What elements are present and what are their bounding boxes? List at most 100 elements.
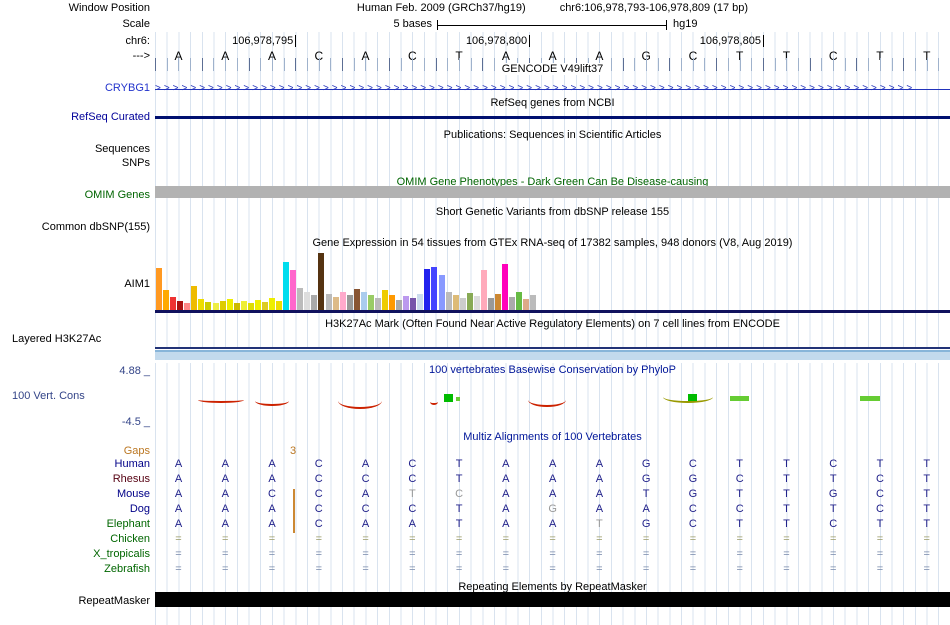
gtex-bar-42[interactable] (445, 292, 452, 310)
species-label-mouse[interactable]: Mouse (8, 488, 150, 501)
gtex-bar-46[interactable] (473, 296, 480, 310)
gtex-bar-54[interactable] (530, 295, 537, 310)
gtex-bar-34[interactable] (389, 295, 396, 310)
gtex-bar-17[interactable] (269, 298, 275, 310)
gtex-bar-8[interactable] (205, 302, 212, 310)
gtex-bar-37[interactable] (410, 298, 417, 310)
gtex-expression-barchart[interactable] (156, 253, 537, 310)
repeatmasker-track-label[interactable]: RepeatMasker (8, 595, 150, 608)
aln-chicken-1: = (175, 533, 182, 545)
gtex-bar-45[interactable] (466, 293, 473, 310)
dbsnp-track-label[interactable]: Common dbSNP(155) (8, 221, 150, 234)
gtex-bar-44[interactable] (459, 298, 466, 310)
alignment-row-zebrafish[interactable]: = = = = = = = = = = = = = = = = = (155, 563, 950, 577)
gtex-bar-14[interactable] (247, 303, 254, 310)
gtex-bar-18[interactable] (276, 301, 283, 310)
gtex-bar-20[interactable] (290, 270, 297, 310)
gtex-bar-53[interactable] (523, 299, 530, 310)
gtex-bar-23[interactable] (311, 295, 318, 310)
aln-dog-15: T (829, 503, 837, 515)
gtex-bar-36[interactable] (403, 296, 410, 310)
gtex-bar-3[interactable] (170, 297, 177, 310)
alignment-row-x_tropicalis[interactable]: = = = = = = = = = = = = = = = = = (155, 548, 950, 562)
gtex-bar-13[interactable] (240, 301, 247, 310)
snps-track-label[interactable]: SNPs (8, 157, 150, 170)
gtex-bar-50[interactable] (502, 264, 509, 310)
gtex-bar-9[interactable] (212, 303, 219, 310)
alignment-row-dog[interactable]: AAACCCTAGAACCTTCT (155, 503, 950, 517)
gtex-bar-4[interactable] (177, 301, 184, 310)
gtex-bar-35[interactable] (396, 300, 403, 310)
aln-zebrafish-3: = (268, 563, 276, 575)
gtex-bar-11[interactable] (226, 299, 233, 310)
repeatmasker-track[interactable] (155, 592, 950, 607)
gtex-bar-38[interactable] (417, 294, 424, 310)
gtex-bar-52[interactable] (516, 292, 523, 310)
gtex-bar-16[interactable] (261, 302, 268, 310)
species-label-chicken[interactable]: Chicken (8, 533, 150, 546)
refseq-curated-track[interactable] (155, 116, 950, 119)
gtex-bar-49[interactable] (495, 294, 501, 310)
gaps-row-label: Gaps (123, 445, 150, 457)
gtex-bar-22[interactable] (304, 292, 311, 310)
aln-rhesus-6: C (408, 473, 417, 485)
crybg1-track-label[interactable]: CRYBG1 (8, 82, 150, 95)
gtex-bar-5[interactable] (184, 303, 191, 310)
gtex-bar-6[interactable] (191, 286, 198, 310)
h3k27ac-track-label[interactable]: Layered H3K27Ac (12, 333, 101, 346)
dbsnp-track-title: Short Genetic Variants from dbSNP releas… (435, 206, 670, 218)
vert-cons-track-label[interactable]: 100 Vert. Cons (12, 390, 85, 403)
alignment-row-human[interactable]: AAACACTAAAGCTTCTT (155, 458, 950, 472)
gtex-bar-19[interactable] (283, 262, 290, 310)
species-label-x_tropicalis[interactable]: X_tropicalis (8, 548, 150, 561)
aln-chicken-6: = (409, 533, 416, 545)
alignment-row-mouse[interactable]: AACCATCAAATGTTGCT (155, 488, 950, 502)
gtex-gene-label[interactable]: AIM1 (8, 278, 150, 291)
species-label-human[interactable]: Human (8, 458, 150, 471)
gtex-bar-29[interactable] (353, 289, 360, 310)
gtex-bar-10[interactable] (219, 301, 226, 310)
species-label-zebrafish[interactable]: Zebrafish (8, 563, 150, 576)
species-label-elephant[interactable]: Elephant (8, 518, 150, 531)
aln-chicken-3: = (268, 533, 276, 545)
h3k27ac-layered-track[interactable] (155, 347, 950, 363)
sequences-track-label[interactable]: Sequences (8, 143, 150, 156)
species-label-rhesus[interactable]: Rhesus (8, 473, 150, 486)
refseq-curated-label[interactable]: RefSeq Curated (8, 111, 150, 124)
gtex-bar-7[interactable] (198, 299, 205, 310)
aln-x_tropicalis-7: = (455, 548, 463, 560)
aln-rhesus-15: T (829, 473, 837, 485)
gtex-bar-33[interactable] (382, 290, 388, 310)
gtex-bar-27[interactable] (339, 292, 346, 310)
gtex-bar-12[interactable] (233, 303, 240, 310)
aln-chicken-15: = (829, 533, 837, 545)
alignment-row-rhesus[interactable]: AAACCCTAAAGGCTTCT (155, 473, 950, 487)
alignment-row-chicken[interactable]: = = = = = = = = = = = = = = = = = (155, 533, 950, 547)
omim-genes-track[interactable] (155, 186, 950, 198)
gtex-bar-21[interactable] (297, 288, 304, 310)
species-label-dog[interactable]: Dog (8, 503, 150, 516)
gtex-bar-32[interactable] (374, 298, 381, 310)
gtex-bar-26[interactable] (332, 297, 339, 310)
gtex-bar-48[interactable] (487, 298, 494, 310)
gtex-bar-24[interactable] (318, 253, 325, 310)
omim-genes-label[interactable]: OMIM Genes (8, 189, 150, 202)
gtex-bar-15[interactable] (254, 300, 261, 310)
gtex-bar-1[interactable] (156, 268, 162, 310)
gtex-bar-25[interactable] (325, 294, 332, 310)
alignment-row-elephant[interactable]: AAACAATAATGCTTCTT (155, 518, 950, 532)
gtex-bar-40[interactable] (431, 267, 438, 310)
gtex-bar-39[interactable] (424, 269, 431, 310)
gtex-bar-43[interactable] (452, 295, 459, 310)
aln-elephant-12: C (688, 518, 697, 530)
gtex-bar-31[interactable] (367, 295, 374, 310)
aln-x_tropicalis-11: = (642, 548, 650, 560)
crybg1-gene-track[interactable]: >>>>>>>>>>>>>>>>>>>>>>>>>>>>>>>>>>>>>>>>… (155, 83, 950, 95)
gtex-bar-41[interactable] (438, 275, 445, 310)
gtex-bar-30[interactable] (360, 292, 367, 310)
gtex-bar-28[interactable] (346, 295, 353, 310)
aln-elephant-2: A (221, 518, 229, 530)
gtex-bar-47[interactable] (480, 270, 487, 310)
gtex-bar-2[interactable] (163, 290, 170, 310)
gtex-bar-51[interactable] (509, 297, 516, 310)
